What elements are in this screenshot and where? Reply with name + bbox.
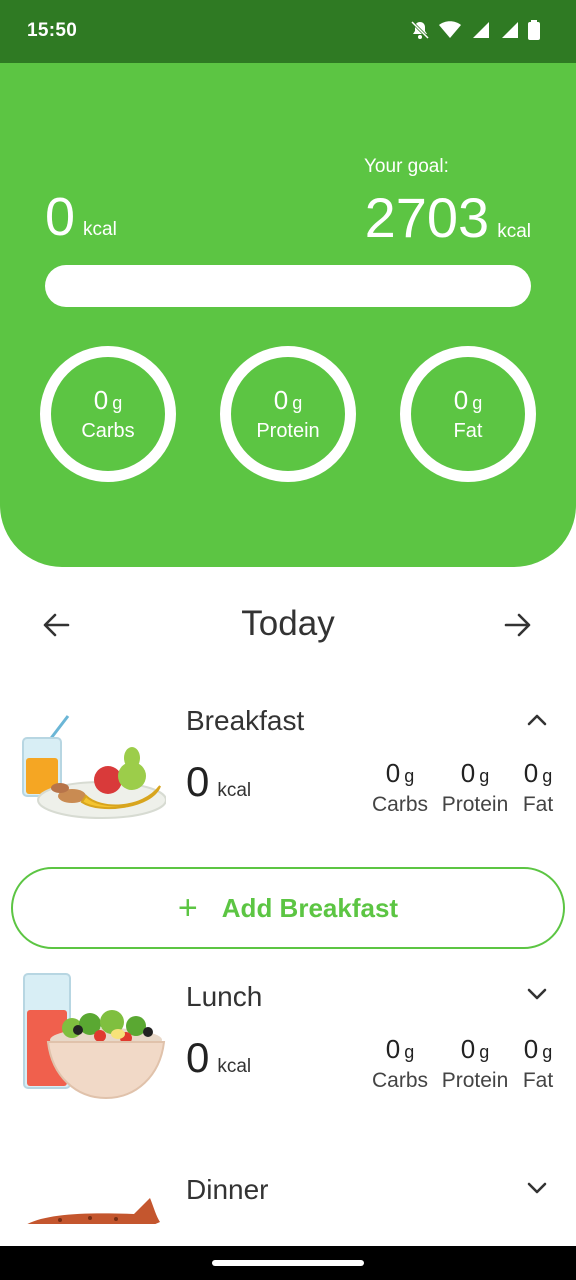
meal-carbs-label: Carbs [371,793,429,816]
meal-carbs-value: 0 [385,758,401,788]
chevron-up-icon [527,714,547,726]
system-navigation-bar [0,1246,576,1280]
status-icons [410,20,540,40]
goal-unit: kcal [497,221,531,242]
fat-unit: g [472,393,483,413]
expand-dinner-button[interactable] [524,1178,550,1198]
meal-kcal-unit: kcal [217,780,252,801]
meal-carbs-unit: g [404,766,415,786]
meal-kcal-lunch: 0 kcal [186,1034,251,1082]
meal-protein: 0g Protein [438,758,512,817]
meal-carbs-unit: g [404,1042,415,1062]
carbs-ring: 0g Carbs [40,346,176,482]
meal-fat-label: Fat [522,793,554,816]
meal-breakfast: Breakfast 0 kcal 0g Carbs 0g Protein 0g … [0,700,576,830]
meal-fat-unit: g [542,1042,553,1062]
day-navigation: Today [0,600,576,650]
meal-protein-value: 0 [460,1034,476,1064]
fat-label: Fat [453,420,483,442]
protein-unit: g [292,393,303,413]
meal-kcal-breakfast: 0 kcal [186,758,251,806]
battery-icon [528,20,540,40]
meal-carbs: 0g Carbs [370,1034,430,1093]
status-bar: 15:50 [0,0,576,63]
meal-name-breakfast: Breakfast [186,705,305,736]
meal-name-dinner: Dinner [186,1174,269,1205]
carbs-label: Carbs [81,420,135,442]
add-breakfast-button[interactable]: + Add Breakfast [11,867,565,949]
mute-bell-icon [410,20,430,40]
meal-kcal-value: 0 [186,758,210,805]
signal-icon [473,22,489,38]
dinner-image [27,1198,160,1224]
meal-kcal-value: 0 [186,1034,210,1081]
carbs-value: 0 [93,385,109,415]
breakfast-image [22,715,166,819]
meal-name-lunch: Lunch [186,981,263,1012]
meal-protein: 0g Protein [438,1034,512,1093]
meal-carbs: 0g Carbs [370,758,430,817]
chevron-down-icon [527,1182,547,1194]
meal-protein-label: Protein [441,1069,509,1092]
meal-fat-value: 0 [523,758,539,788]
home-gesture-handle[interactable] [212,1260,364,1266]
next-day-button[interactable] [500,608,540,642]
consumed-unit: kcal [83,219,117,240]
consumed-value: 0 [45,187,76,247]
lunch-image [23,973,166,1100]
protein-ring: 0g Protein [220,346,356,482]
plus-icon: + [177,889,198,927]
meal-carbs-value: 0 [385,1034,401,1064]
consumed-calories: 0 kcal [45,190,117,244]
meal-fat: 0g Fat [518,758,558,817]
collapse-breakfast-button[interactable] [524,710,550,730]
arrow-right-icon [504,613,531,637]
goal-calories: 2703 kcal [365,190,531,246]
meal-fat-label: Fat [522,1069,554,1092]
meal-fat-unit: g [542,766,553,786]
expand-lunch-button[interactable] [524,984,550,1004]
calorie-progress-bar [45,265,531,307]
signal-icon [502,22,518,38]
add-breakfast-label: Add Breakfast [221,892,399,923]
goal-value: 2703 [364,186,490,249]
protein-value: 0 [273,385,289,415]
goal-label: Your goal: [364,156,449,177]
status-time: 15:50 [27,20,78,41]
meal-carbs-label: Carbs [371,1069,429,1092]
meal-fat-value: 0 [523,1034,539,1064]
meal-protein-unit: g [479,1042,490,1062]
meal-protein-unit: g [479,766,490,786]
fat-ring: 0g Fat [400,346,536,482]
meal-dinner: Dinner [0,1168,576,1224]
carbs-unit: g [112,393,123,413]
calorie-summary-card: 0 kcal Your goal: 2703 kcal 0g Carbs 0g … [0,63,576,567]
wifi-icon [439,21,461,38]
meal-fat: 0g Fat [518,1034,558,1093]
day-title: Today [241,604,335,643]
protein-label: Protein [256,420,320,442]
meal-lunch: Lunch 0 kcal 0g Carbs 0g Protein 0g Fat [0,968,576,1108]
meal-protein-value: 0 [460,758,476,788]
fat-value: 0 [453,385,469,415]
meal-kcal-unit: kcal [217,1056,252,1077]
chevron-down-icon [527,988,547,1000]
meal-protein-label: Protein [441,793,509,816]
